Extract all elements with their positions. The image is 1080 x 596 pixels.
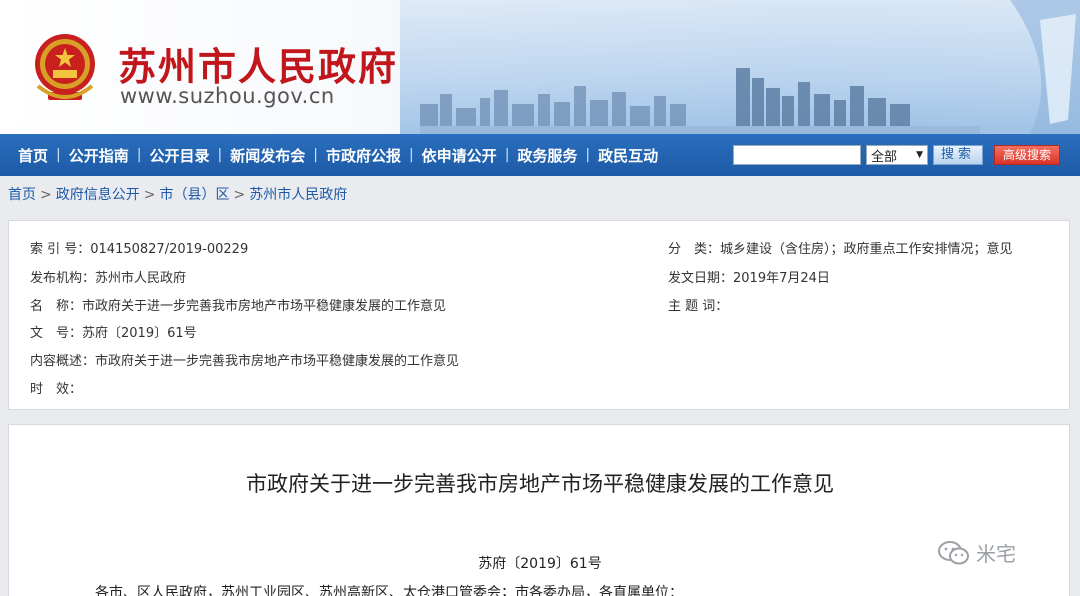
city-skyline-image [420, 68, 980, 134]
issue-date-label: 发文日期： [668, 271, 734, 286]
breadcrumb-separator: > [233, 187, 246, 203]
nav-separator: | [217, 147, 223, 163]
watermark-text: 米宅 [976, 542, 1016, 566]
publisher-label: 发布机构： [30, 271, 96, 286]
watermark: 米宅 [938, 538, 1016, 567]
site-banner: 苏州市人民政府 www.suzhou.gov.cn [0, 0, 1080, 134]
keywords-row: 主 题 词： [668, 295, 728, 314]
category-label: 分 类： [668, 242, 721, 257]
wechat-icon [938, 540, 969, 564]
document-number-value: 苏府〔2019〕61号 [82, 326, 197, 341]
national-emblem-icon [35, 34, 95, 100]
summary-label: 内容概述： [30, 354, 96, 369]
breadcrumb-cities-districts[interactable]: 市（县）区 [159, 187, 229, 203]
breadcrumb-info-disclosure[interactable]: 政府信息公开 [56, 187, 140, 203]
document-number: 苏府〔2019〕61号 [478, 556, 602, 572]
publisher-row: 发布机构：苏州市人民政府 [30, 267, 186, 286]
index-number-row: 索 引 号：014150827/2019-00229 [30, 238, 248, 257]
nav-item-on-request[interactable]: 依申请公开 [418, 145, 501, 166]
search-input[interactable] [733, 145, 861, 165]
nav-item-interaction[interactable]: 政民互动 [594, 145, 662, 166]
validity-label: 时 效： [30, 382, 83, 397]
category-value: 城乡建设（含住房）；政府重点工作安排情况；意见 [720, 242, 1013, 257]
index-number-value: 014150827/2019-00229 [90, 242, 249, 257]
nav-item-disclosure-guide[interactable]: 公开指南 [65, 145, 133, 166]
breadcrumb-home[interactable]: 首页 [8, 187, 36, 203]
validity-row: 时 效： [30, 378, 82, 397]
document-number-label: 文 号： [30, 326, 83, 341]
breadcrumb-separator: > [40, 187, 52, 203]
search-scope-value: 全部 [871, 149, 898, 165]
category-row: 分 类：城乡建设（含住房）；政府重点工作安排情况；意见 [668, 238, 1013, 257]
breadcrumb-current[interactable]: 苏州市人民政府 [249, 187, 347, 203]
document-number-row: 文 号：苏府〔2019〕61号 [30, 322, 197, 341]
advanced-search-button[interactable]: 高级搜索 [994, 145, 1060, 165]
summary-value: 市政府关于进一步完善我市房地产市场平稳健康发展的工作意见 [95, 354, 460, 369]
nav-item-government-services[interactable]: 政务服务 [513, 145, 581, 166]
issue-date-value: 2019年7月24日 [733, 271, 830, 286]
nav-item-press-conference[interactable]: 新闻发布会 [226, 145, 309, 166]
keywords-label: 主 题 词： [668, 299, 729, 314]
chevron-down-icon: ▼ [916, 150, 923, 160]
name-label: 名 称： [30, 299, 83, 314]
nav-item-home[interactable]: 首页 [14, 145, 52, 166]
search-scope-select[interactable]: 全部 ▼ [866, 145, 928, 165]
document-title: 市政府关于进一步完善我市房地产市场平稳健康发展的工作意见 [246, 472, 834, 496]
issue-date-row: 发文日期：2019年7月24日 [668, 267, 830, 286]
nav-separator: | [585, 147, 591, 163]
nav-separator: | [313, 147, 318, 163]
nav-item-gazette[interactable]: 市政府公报 [322, 145, 405, 166]
nav-separator: | [408, 147, 414, 163]
index-number-label: 索 引 号： [30, 242, 91, 257]
nav-separator: | [504, 147, 510, 163]
name-value: 市政府关于进一步完善我市房地产市场平稳健康发展的工作意见 [82, 299, 447, 314]
breadcrumb: 首页 > 政府信息公开 > 市（县）区 > 苏州市人民政府 [8, 184, 347, 204]
name-row: 名 称：市政府关于进一步完善我市房地产市场平稳健康发展的工作意见 [30, 295, 446, 314]
nav-item-disclosure-catalog[interactable]: 公开目录 [145, 145, 213, 166]
document-addressee: 各市、区人民政府，苏州工业园区、苏州高新区、太仓港口管委会；市各委办局，各直属单… [95, 585, 683, 596]
nav-separator: | [136, 147, 142, 163]
site-url: www.suzhou.gov.cn [120, 84, 335, 108]
publisher-value: 苏州市人民政府 [95, 271, 187, 286]
site-title: 苏州市人民政府 [118, 44, 399, 89]
summary-row: 内容概述：市政府关于进一步完善我市房地产市场平稳健康发展的工作意见 [30, 350, 459, 369]
search-button[interactable]: 搜索 [933, 145, 983, 165]
breadcrumb-separator: > [143, 187, 156, 203]
banner-swoosh-graphic [1010, 0, 1080, 134]
nav-separator: | [56, 147, 61, 163]
